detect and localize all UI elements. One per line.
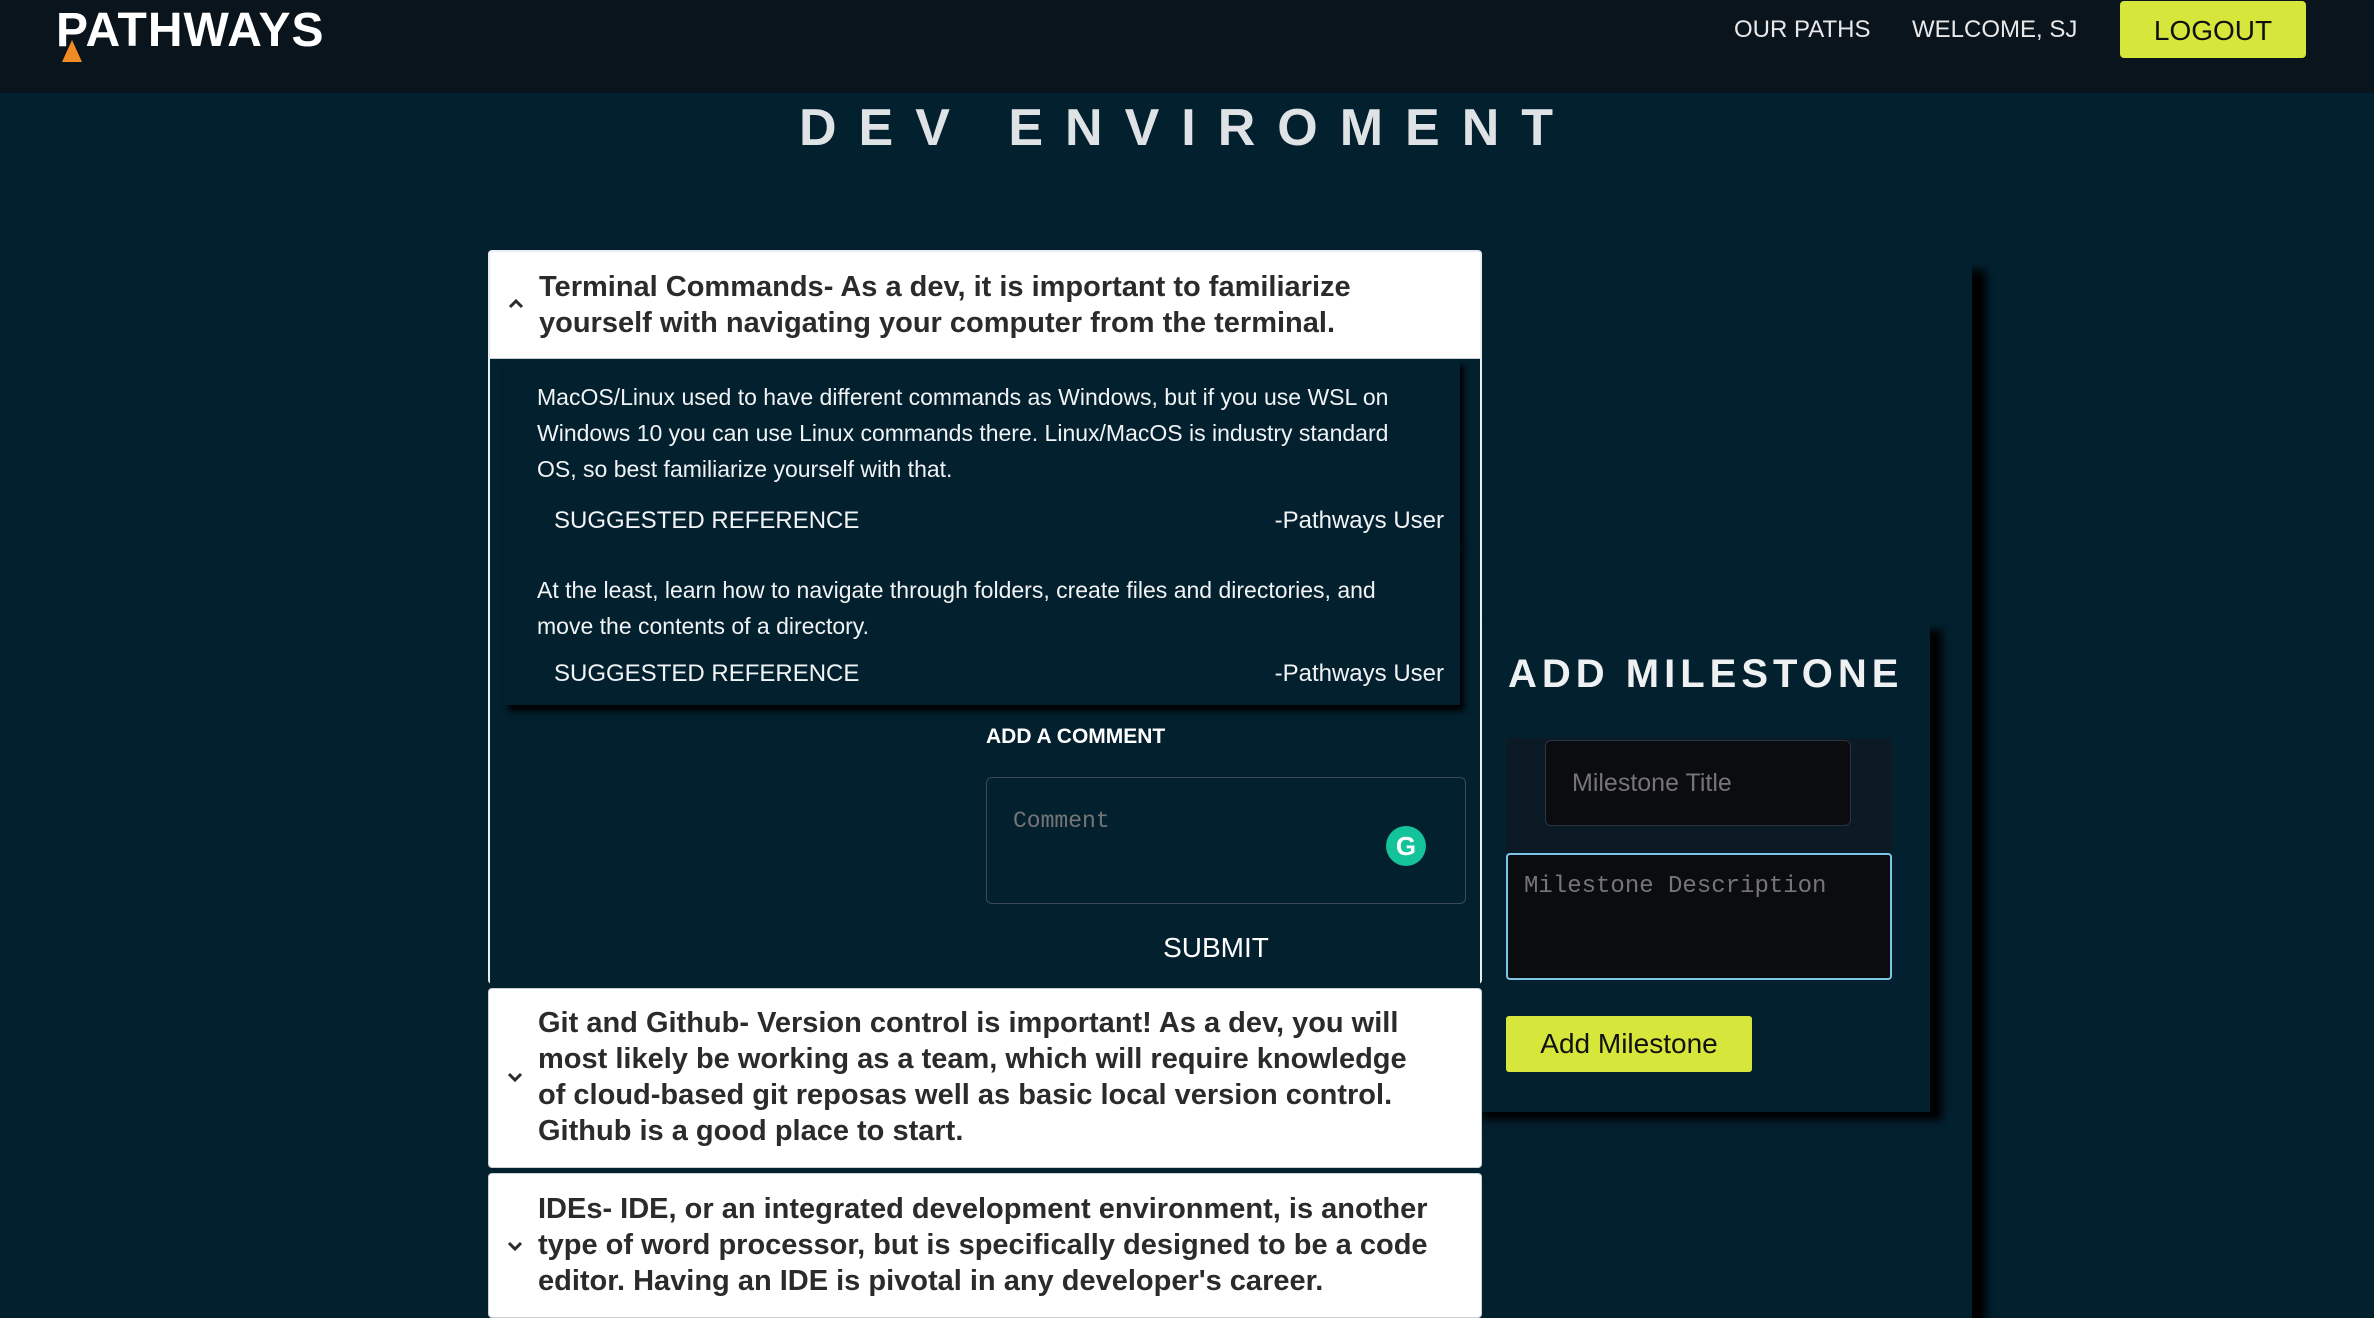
- chevron-down-icon: [507, 1241, 523, 1252]
- reference-card: MacOS/Linux used to have different comma…: [504, 359, 1460, 542]
- accordion-item-ides: IDEs- IDE, or an integrated development …: [488, 1173, 1482, 1318]
- suggested-reference-link[interactable]: SUGGESTED REFERENCE: [554, 660, 859, 688]
- milestone-title-input[interactable]: [1545, 740, 1851, 826]
- logout-button[interactable]: LOGOUT: [2120, 1, 2306, 58]
- nav-welcome-user[interactable]: WELCOME, SJ: [1912, 14, 2077, 46]
- accordion-title-ides: IDEs- IDE, or an integrated development …: [538, 1193, 1428, 1297]
- milestone-description-input[interactable]: [1506, 853, 1892, 980]
- top-navbar: PATHWAYS OUR PATHS WELCOME, SJ LOGOUT: [0, 0, 2374, 93]
- reference-author: -Pathways User: [1274, 660, 1444, 687]
- logo-text: PATHWAYS: [56, 4, 325, 57]
- pathways-logo[interactable]: PATHWAYS: [56, 0, 324, 62]
- grammarly-icon[interactable]: G: [1386, 826, 1426, 866]
- add-milestone-button[interactable]: Add Milestone: [1506, 1016, 1752, 1072]
- suggested-reference-link[interactable]: SUGGESTED REFERENCE: [554, 507, 859, 535]
- accordion-header-ides[interactable]: IDEs- IDE, or an integrated development …: [489, 1174, 1481, 1317]
- submit-comment-button[interactable]: SUBMIT: [1150, 928, 1282, 968]
- add-milestone-heading: ADD MILESTONE: [1508, 652, 1904, 696]
- reference-text: At the least, learn how to navigate thro…: [537, 577, 1376, 639]
- accordion-title-terminal: Terminal Commands- As a dev, it is impor…: [539, 271, 1351, 339]
- accordion-header-git[interactable]: Git and Github- Version control is impor…: [489, 989, 1481, 1167]
- reference-card: At the least, learn how to navigate thro…: [504, 542, 1460, 705]
- reference-text: MacOS/Linux used to have different comma…: [537, 384, 1389, 482]
- page-title: DEV ENVIROMENT: [798, 99, 1576, 157]
- add-comment-label: ADD A COMMENT: [986, 725, 1166, 748]
- nav-our-paths[interactable]: OUR PATHS: [1734, 14, 1870, 46]
- chevron-down-icon: [507, 1072, 523, 1083]
- reference-author: -Pathways User: [1274, 507, 1444, 534]
- accordion-header-terminal[interactable]: Terminal Commands- As a dev, it is impor…: [490, 252, 1480, 359]
- accordion-title-git: Git and Github- Version control is impor…: [538, 1007, 1407, 1147]
- chevron-up-icon: [508, 298, 524, 309]
- accordion-item-git: Git and Github- Version control is impor…: [488, 988, 1482, 1168]
